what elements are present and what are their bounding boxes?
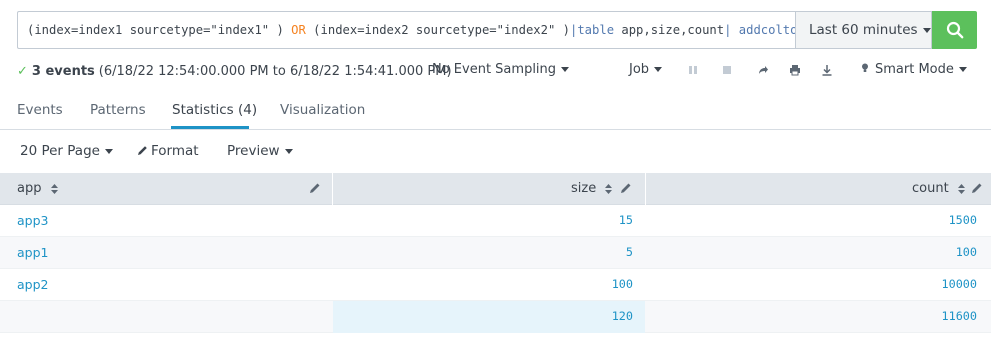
- search-bar: (index=index1 sourcetype="index1" ) OR (…: [17, 11, 977, 49]
- stop-icon[interactable]: [720, 63, 734, 77]
- tab-visualization[interactable]: Visualization: [280, 102, 365, 118]
- query-token: addcoltotals: [738, 23, 795, 37]
- cell-count[interactable]: 100: [956, 237, 977, 268]
- chevron-down-icon: [284, 148, 293, 154]
- tab-statistics[interactable]: Statistics (4): [172, 102, 257, 118]
- statistics-table: app size count app3 15 1500 app1 5 100 a…: [0, 173, 991, 333]
- pause-icon[interactable]: [686, 63, 700, 77]
- cell-count[interactable]: 11600: [941, 301, 977, 332]
- query-token: OR: [291, 23, 306, 37]
- results-tabs: Events Patterns Statistics (4) Visualiza…: [0, 92, 991, 130]
- pencil-icon[interactable]: [971, 182, 983, 194]
- cell-count[interactable]: 1500: [949, 205, 977, 236]
- per-page-label: 20 Per Page: [20, 143, 100, 159]
- pencil-icon[interactable]: [620, 182, 632, 194]
- column-divider[interactable]: [332, 173, 333, 205]
- search-mode-label: Smart Mode: [875, 62, 954, 77]
- table-row: app1 5 100: [0, 237, 991, 269]
- chevron-down-icon: [922, 27, 931, 33]
- cell-highlight: [333, 301, 645, 333]
- format-label: Format: [151, 143, 199, 159]
- share-icon[interactable]: [756, 63, 770, 77]
- event-sampling-dropdown[interactable]: No Event Sampling: [432, 62, 570, 77]
- cell-app[interactable]: app1: [17, 237, 48, 268]
- query-token: table: [577, 23, 615, 37]
- cell-size[interactable]: 15: [619, 205, 633, 236]
- table-row: app3 15 1500: [0, 205, 991, 237]
- preview-label: Preview: [227, 143, 280, 159]
- sort-icon: [957, 183, 965, 194]
- table-row: app2 100 10000: [0, 269, 991, 301]
- tab-events[interactable]: Events: [17, 102, 63, 118]
- job-label: Job: [629, 62, 650, 77]
- search-mode-dropdown[interactable]: Smart Mode: [860, 62, 967, 77]
- chevron-down-icon: [561, 67, 570, 72]
- search-button[interactable]: [932, 11, 977, 49]
- column-header-label: count: [912, 181, 949, 196]
- table-row-totals: 120 11600: [0, 301, 991, 333]
- column-header-app[interactable]: app: [17, 173, 58, 205]
- cell-size[interactable]: 120: [612, 301, 633, 332]
- cell-size[interactable]: 5: [626, 237, 633, 268]
- preview-dropdown[interactable]: Preview: [227, 143, 293, 159]
- cell-app[interactable]: app2: [17, 269, 48, 300]
- per-page-dropdown[interactable]: 20 Per Page: [20, 143, 113, 159]
- table-header: app size count: [0, 173, 991, 205]
- chevron-down-icon: [958, 67, 967, 72]
- search-input[interactable]: (index=index1 sourcetype="index1" ) OR (…: [17, 11, 795, 49]
- chevron-down-icon: [654, 67, 663, 72]
- event-sampling-label: No Event Sampling: [432, 62, 557, 77]
- format-button[interactable]: Format: [137, 143, 199, 159]
- export-icon[interactable]: [820, 63, 834, 77]
- tab-patterns[interactable]: Patterns: [90, 102, 146, 118]
- query-token: (index=index1 sourcetype="index1" ): [27, 23, 292, 37]
- time-range-picker[interactable]: Last 60 minutes: [795, 11, 932, 49]
- column-header-label: size: [571, 181, 597, 196]
- column-header-count[interactable]: count: [912, 173, 965, 205]
- print-icon[interactable]: [788, 63, 802, 77]
- time-range-text: (6/18/22 12:54:00.000 PM to 6/18/22 1:54…: [98, 63, 452, 79]
- chevron-down-icon: [104, 148, 113, 154]
- sort-icon: [50, 183, 58, 194]
- column-header-label: app: [17, 181, 42, 196]
- column-header-size[interactable]: size: [571, 173, 613, 205]
- cell-count[interactable]: 10000: [941, 269, 977, 300]
- cell-size[interactable]: 100: [612, 269, 633, 300]
- query-token: (index=index2 sourcetype="index2" ): [305, 23, 570, 37]
- search-icon: [946, 21, 963, 39]
- pencil-icon[interactable]: [309, 182, 321, 194]
- pencil-icon: [138, 146, 147, 155]
- event-count: 3 events: [31, 63, 95, 79]
- sort-icon: [605, 183, 613, 194]
- query-token: |: [724, 23, 739, 37]
- bulb-icon: [862, 63, 868, 72]
- job-menu[interactable]: Job: [629, 62, 663, 77]
- check-icon: ✓: [17, 63, 28, 79]
- active-tab-indicator: [171, 126, 249, 129]
- column-divider[interactable]: [645, 173, 646, 205]
- time-range-label: Last 60 minutes: [809, 22, 918, 38]
- cell-app[interactable]: app3: [17, 205, 48, 236]
- query-token: app,size,count: [614, 23, 725, 37]
- job-status-bar: ✓ 3 events (6/18/22 12:54:00.000 PM to 6…: [17, 62, 977, 80]
